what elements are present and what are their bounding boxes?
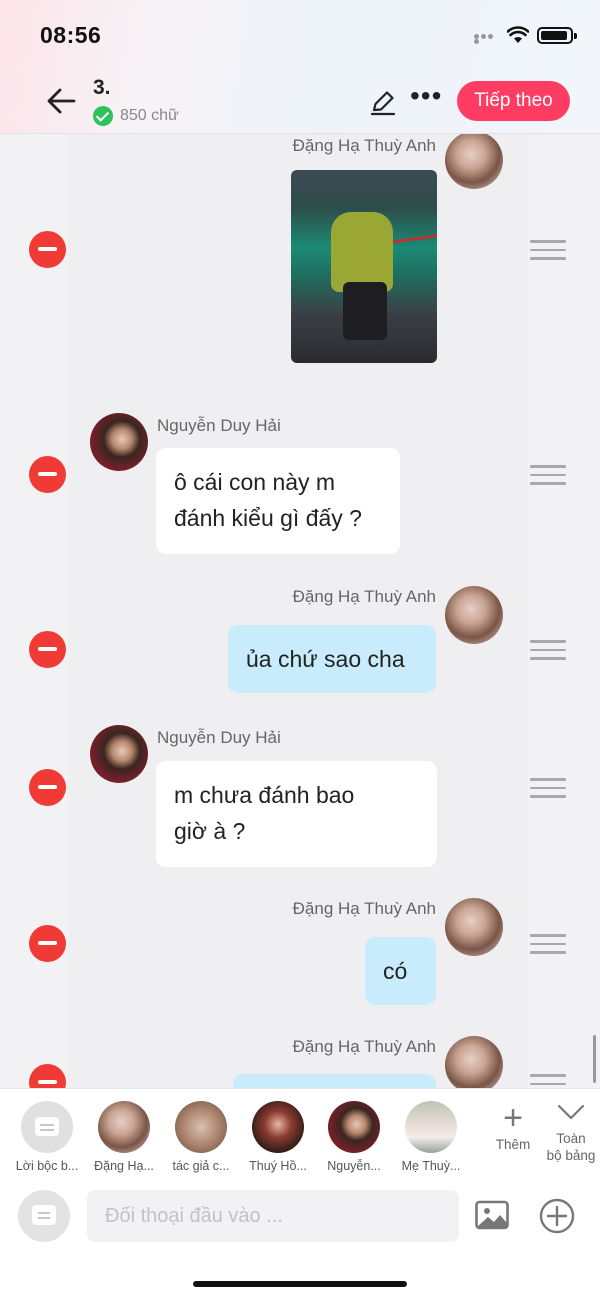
word-count-label: 850 chữ [120, 107, 179, 124]
message-text: ô cái con này m [174, 469, 336, 495]
avatar [175, 1101, 227, 1153]
delete-message-button[interactable] [29, 925, 66, 962]
author-name: Đặng Hạ Thuỳ Anh [292, 1037, 436, 1056]
message-bubble[interactable]: ô cái con này m đánh kiểu gì đấy ? [156, 448, 400, 554]
character-label: Mẹ Thuỳ... [401, 1159, 461, 1173]
avatar [252, 1101, 304, 1153]
message-text: m chưa đánh bao [174, 782, 355, 808]
character-dang-ha[interactable]: Đặng Hạ... [88, 1101, 160, 1173]
character-me-thuy[interactable]: Mẹ Thuỳ... [395, 1101, 467, 1173]
avatar[interactable] [445, 898, 503, 956]
avatar [98, 1101, 150, 1153]
character-thuy-hong[interactable]: Thuý Hồ... [242, 1101, 314, 1173]
home-indicator [193, 1281, 407, 1287]
drag-handle-icon[interactable] [530, 778, 566, 800]
pencil-icon[interactable] [369, 88, 397, 116]
chevron-down-icon [557, 1104, 585, 1120]
avatar[interactable] [90, 413, 148, 471]
character-nguyen[interactable]: Nguyễn... [318, 1101, 390, 1173]
author-name: Nguyễn Duy Hải [157, 416, 281, 435]
drag-handle-icon[interactable] [530, 240, 566, 262]
author-name: Nguyễn Duy Hải [157, 728, 281, 747]
scrollbar[interactable] [593, 1035, 596, 1083]
add-character-label: Thêm [495, 1137, 531, 1152]
message-bubble[interactable]: có [365, 937, 436, 1005]
message-row: Đặng Hạ Thuỳ Anh [0, 1036, 600, 1090]
delete-message-button[interactable] [29, 631, 66, 668]
expand-label: Toàn [556, 1131, 586, 1146]
message-row: Đặng Hạ Thuỳ Anh [0, 134, 600, 374]
author-name: Đặng Hạ Thuỳ Anh [292, 136, 436, 155]
status-time: 08:56 [40, 22, 102, 48]
message-bubble[interactable]: ủa chứ sao cha [228, 625, 436, 693]
plus-icon: + [503, 1099, 523, 1137]
character-label: Lời bộc b... [15, 1159, 79, 1173]
message-image[interactable] [291, 170, 437, 363]
delete-message-button[interactable] [29, 769, 66, 806]
delete-message-button[interactable] [29, 1064, 66, 1090]
expand-all-button[interactable]: Toàn bộ bảng [540, 1103, 600, 1164]
avatar[interactable] [90, 725, 148, 783]
cellular-signal-icon [474, 34, 500, 44]
add-character-button[interactable]: + Thêm [487, 1099, 539, 1152]
character-label: Đặng Hạ... [94, 1159, 154, 1173]
add-circle-icon[interactable] [539, 1198, 575, 1234]
character-label: Thuý Hồ... [249, 1159, 307, 1173]
narrator-icon [21, 1101, 73, 1153]
more-options-icon[interactable]: ••• [410, 82, 444, 114]
drag-handle-icon[interactable] [530, 465, 566, 487]
input-bar [0, 1180, 600, 1299]
message-text: đánh kiểu gì đấy ? [174, 505, 362, 531]
check-icon [93, 106, 113, 126]
wifi-icon [507, 26, 529, 43]
avatar [405, 1101, 457, 1153]
battery-icon [537, 27, 577, 44]
narration-toggle-button[interactable] [18, 1190, 70, 1242]
avatar[interactable] [445, 1036, 503, 1090]
author-name: Đặng Hạ Thuỳ Anh [292, 587, 436, 606]
expand-label: bộ bảng [546, 1148, 596, 1163]
drag-handle-icon[interactable] [530, 934, 566, 956]
character-label: Nguyễn... [327, 1159, 381, 1173]
avatar[interactable] [445, 134, 503, 189]
message-row: Đặng Hạ Thuỳ Anh có [0, 898, 600, 1008]
top-header: 08:56 3. 850 chữ ••• Tiếp theo [0, 0, 600, 134]
avatar[interactable] [445, 586, 503, 644]
delete-message-button[interactable] [29, 231, 66, 268]
message-row: Nguyễn Duy Hải ô cái con này m đánh kiểu… [0, 410, 600, 560]
character-label: tác giả c... [172, 1159, 230, 1173]
character-bar: Lời bộc b... Đặng Hạ... tác giả c... Thu… [0, 1088, 600, 1180]
author-name: Đặng Hạ Thuỳ Anh [292, 899, 436, 918]
message-row: Đặng Hạ Thuỳ Anh ủa chứ sao cha [0, 586, 600, 696]
avatar [328, 1101, 380, 1153]
character-author[interactable]: tác giả c... [165, 1101, 237, 1173]
word-count: 850 chữ [93, 105, 179, 127]
delete-message-button[interactable] [29, 456, 66, 493]
message-text: giờ à ? [174, 818, 246, 844]
chapter-title: 3. [93, 76, 111, 99]
chat-area[interactable]: Đặng Hạ Thuỳ Anh Nguyễn Duy Hải ô cái co… [0, 134, 600, 1090]
message-bubble[interactable]: m chưa đánh bao giờ à ? [156, 761, 437, 867]
image-icon[interactable] [475, 1200, 509, 1230]
next-button[interactable]: Tiếp theo [457, 81, 570, 121]
drag-handle-icon[interactable] [530, 640, 566, 662]
dialogue-input[interactable] [87, 1190, 459, 1242]
message-row: Nguyễn Duy Hải m chưa đánh bao giờ à ? [0, 722, 600, 872]
character-narrator[interactable]: Lời bộc b... [11, 1101, 83, 1173]
back-arrow-icon[interactable] [44, 84, 78, 118]
message-text: ủa chứ sao cha [246, 646, 405, 672]
message-text: có [383, 958, 408, 984]
